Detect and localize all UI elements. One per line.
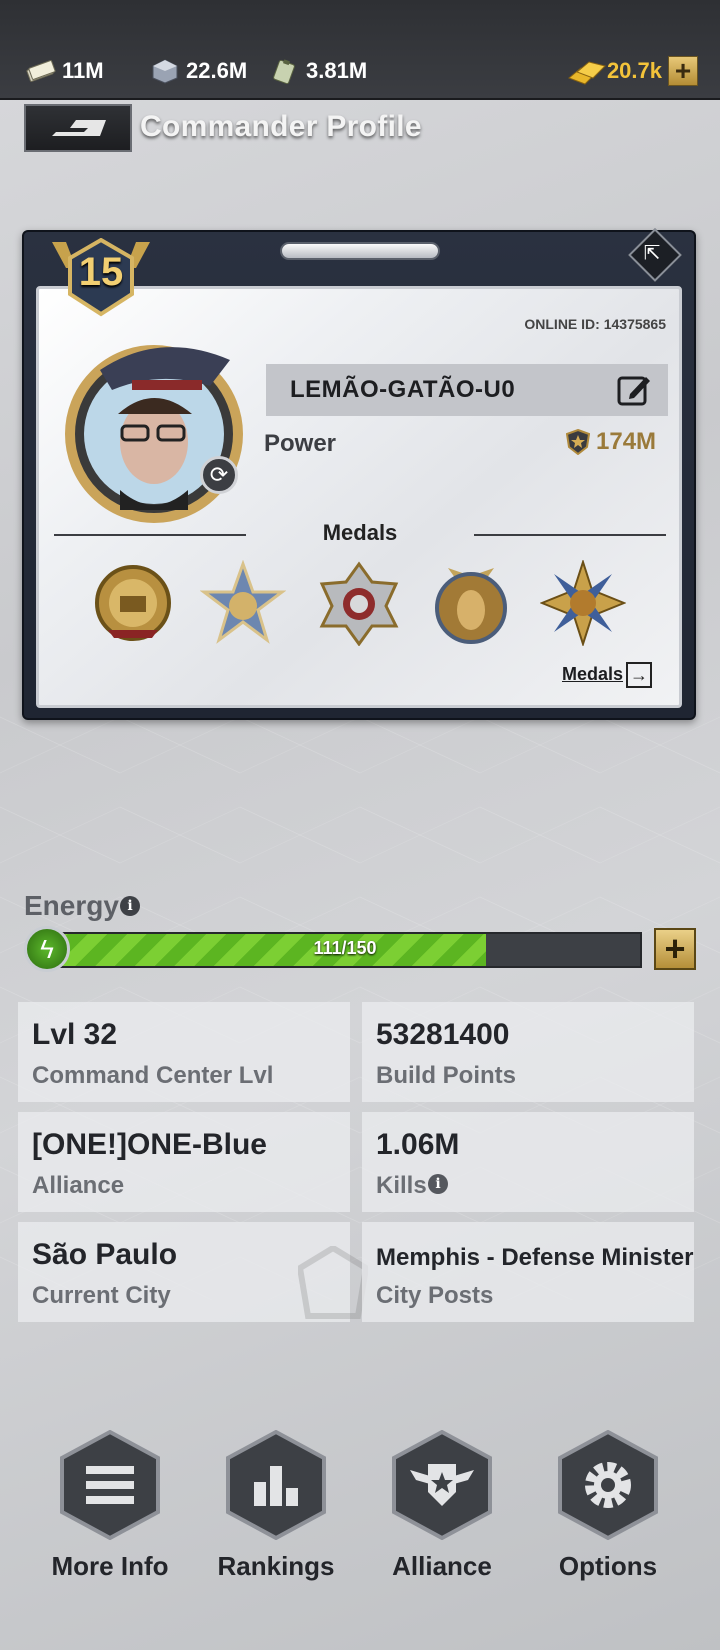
online-id: ONLINE ID: 14375865 — [524, 316, 666, 332]
power-number: 174M — [596, 428, 657, 455]
medal-5-icon[interactable] — [540, 560, 626, 646]
stat-city-posts: Memphis - Defense Minister City Posts — [362, 1222, 694, 1322]
stat-value: 53281400 — [376, 1018, 510, 1051]
iron-icon — [152, 59, 178, 84]
gear-icon — [558, 1429, 658, 1541]
change-avatar-button[interactable]: ⟳ — [200, 456, 238, 494]
gold-resource[interactable]: 20.7k + — [567, 56, 698, 86]
medal-2-icon[interactable] — [200, 560, 286, 646]
power-label: Power — [264, 430, 337, 457]
options-button[interactable]: Options — [538, 1429, 678, 1582]
energy-bar-fill — [48, 934, 487, 966]
refresh-icon: ⟳ — [209, 462, 229, 487]
cash-icon — [26, 60, 56, 82]
add-energy-button[interactable]: + — [654, 928, 696, 970]
share-icon: ⇱ — [643, 242, 661, 265]
back-button[interactable] — [24, 104, 132, 152]
medal-1-icon[interactable] — [90, 560, 176, 646]
stat-label: Current City — [32, 1282, 171, 1309]
card-handle — [280, 242, 440, 260]
resource-iron[interactable]: 22.6M — [150, 58, 247, 84]
medals-link[interactable]: Medals — [562, 664, 623, 685]
page-title: Commander Profile — [140, 110, 422, 143]
gold-bars-icon — [567, 61, 606, 85]
resource-oil[interactable]: 3.81M — [270, 58, 367, 84]
more-info-label: More Info — [51, 1551, 169, 1581]
stat-value: São Paulo — [32, 1238, 178, 1271]
bar-chart-icon — [226, 1429, 326, 1541]
medal-4-icon[interactable] — [428, 560, 514, 646]
stat-alliance[interactable]: [ONE!]ONE-Blue Alliance — [18, 1112, 350, 1212]
commander-name: LEMÃO-GATÃO-U0 — [290, 376, 516, 403]
stat-value: Memphis - Defense Minister — [376, 1244, 694, 1271]
more-info-button[interactable]: More Info — [40, 1429, 180, 1582]
alliance-shield-icon — [392, 1429, 492, 1541]
energy-info-icon[interactable]: i — [120, 896, 140, 916]
medals-title: Medals — [322, 520, 398, 545]
level-number: 15 — [78, 250, 124, 294]
resource-cash[interactable]: 11M — [26, 58, 104, 84]
medal-3-icon[interactable] — [316, 560, 402, 646]
back-emblem-icon — [52, 120, 106, 136]
rankings-label: Rankings — [217, 1551, 335, 1581]
stat-current-city[interactable]: São Paulo Current City — [18, 1222, 368, 1322]
edit-name-button[interactable] — [616, 372, 652, 408]
stat-kills: 1.06M Kills — [362, 1112, 694, 1212]
power-value: 174M — [566, 428, 656, 456]
kills-info-icon[interactable]: i — [428, 1174, 448, 1194]
iron-value: 22.6M — [186, 58, 248, 83]
add-gold-button[interactable]: + — [668, 56, 698, 86]
level-badge: 15 — [46, 237, 156, 318]
stat-value: 1.06M — [376, 1128, 460, 1161]
edit-icon — [617, 376, 650, 406]
stat-label: City Posts — [376, 1282, 494, 1309]
rankings-button[interactable]: Rankings — [206, 1429, 346, 1582]
options-label: Options — [558, 1551, 658, 1581]
stat-value: [ONE!]ONE-Blue — [32, 1128, 267, 1161]
avatar[interactable]: ⟳ — [60, 330, 256, 526]
alliance-label: Alliance — [392, 1551, 492, 1581]
oil-icon — [273, 59, 295, 84]
avatar-frame — [65, 345, 243, 523]
stat-label: Build Points — [376, 1062, 516, 1089]
stat-label: Command Center Lvl — [32, 1062, 274, 1089]
medals-divider-left — [54, 534, 246, 536]
city-watermark-icon — [298, 1246, 368, 1319]
menu-icon — [60, 1429, 160, 1541]
cash-value: 11M — [62, 58, 104, 83]
medals-divider-right — [474, 534, 666, 536]
stat-label: Kills — [376, 1172, 427, 1199]
lightning-icon: ϟ — [24, 926, 70, 972]
stat-value: Lvl 32 — [32, 1018, 118, 1051]
stat-build-points: 53281400 Build Points — [362, 1002, 694, 1102]
gold-value: 20.7k — [606, 58, 662, 83]
power-shield-icon — [566, 429, 590, 455]
energy-label: Energy — [24, 890, 119, 921]
stat-label: Alliance — [32, 1172, 125, 1199]
stat-command-center: Lvl 32 Command Center Lvl — [18, 1002, 350, 1102]
arrow-right-icon[interactable]: → — [626, 662, 652, 688]
oil-value: 3.81M — [306, 58, 368, 83]
energy-value: 111/150 — [313, 938, 377, 958]
alliance-button[interactable]: Alliance — [372, 1429, 512, 1582]
